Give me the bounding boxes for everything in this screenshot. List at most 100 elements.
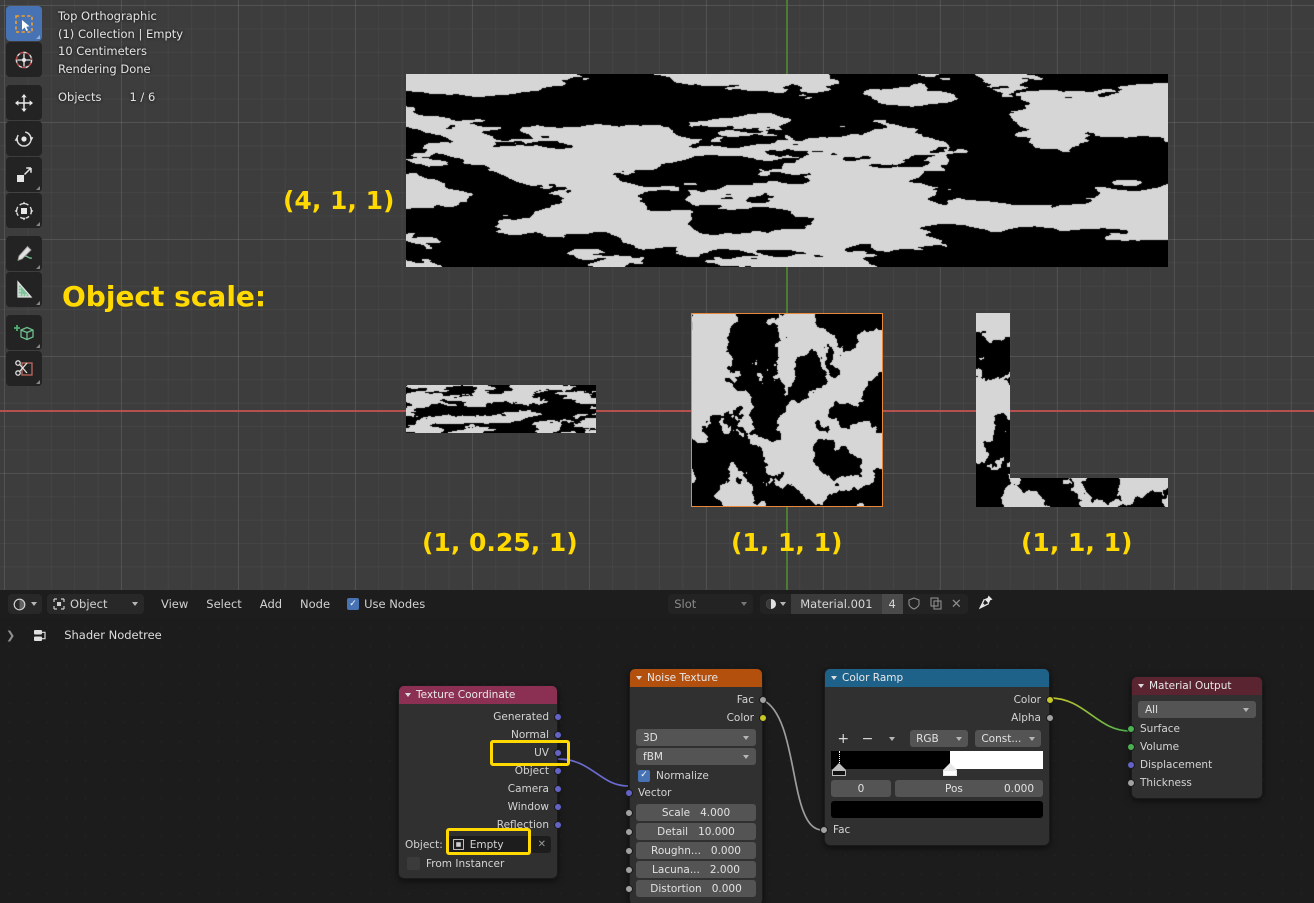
ramp-gradient[interactable] <box>831 751 1043 769</box>
plane-horz[interactable] <box>976 478 1168 507</box>
tool-measure[interactable] <box>6 272 42 307</box>
ramp-stop-0[interactable] <box>832 751 846 776</box>
shader-editor-header[interactable]: Object View Select Add Node ✓ Use Nodes Slo… <box>0 590 1314 618</box>
socket-color[interactable] <box>1046 696 1054 704</box>
color-ramp-strip[interactable] <box>831 751 1043 776</box>
output-row[interactable]: Reflection <box>399 816 562 834</box>
editor-type-button[interactable] <box>8 594 42 614</box>
socket-input[interactable] <box>625 828 633 836</box>
collapse-triangle-icon[interactable] <box>405 693 411 697</box>
socket-object[interactable] <box>554 767 562 775</box>
collapse-triangle-icon[interactable] <box>636 676 642 680</box>
node-noise-texture[interactable]: Noise Texture Fac Color 3D fBM ✓ Normali… <box>625 668 767 903</box>
socket-camera[interactable] <box>554 785 562 793</box>
output-row[interactable]: Color <box>630 709 767 727</box>
tool-shear[interactable] <box>6 351 42 386</box>
collapse-triangle-icon[interactable] <box>831 676 837 680</box>
vector-input-row[interactable]: Vector <box>625 784 762 802</box>
tool-transform[interactable] <box>6 193 42 228</box>
socket-fac[interactable] <box>820 826 828 834</box>
socket-normal[interactable] <box>554 731 562 739</box>
tool-expand-corner[interactable] <box>36 301 40 305</box>
input-row[interactable]: Thickness <box>1127 774 1262 792</box>
tool-move[interactable] <box>6 85 42 120</box>
socket-displacement[interactable] <box>1127 761 1135 769</box>
tool-expand-corner[interactable] <box>36 380 40 384</box>
node-header[interactable]: Texture Coordinate <box>399 686 557 704</box>
socket-volume[interactable] <box>1127 743 1135 751</box>
param-roughn-[interactable]: Roughn... 0.000 <box>625 842 756 859</box>
clear-object-icon[interactable]: ✕ <box>538 839 546 850</box>
from-instancer-checkbox[interactable] <box>407 857 420 870</box>
node-texture-coordinate[interactable]: Texture Coordinate Generated Normal UV O… <box>398 685 562 879</box>
node-color-ramp[interactable]: Color Ramp Color Alpha + − RGB Const... … <box>820 668 1054 846</box>
socket-vector[interactable] <box>625 789 633 797</box>
ramp-pos-field[interactable]: Pos 0.000 <box>895 780 1043 797</box>
3d-viewport[interactable]: (4, 1, 1) Object scale: (1, 0.25, 1) (1, 1,… <box>0 0 1314 590</box>
shader-type-dropdown[interactable]: Object <box>47 594 144 614</box>
tool-rotate[interactable] <box>6 121 42 156</box>
input-row[interactable]: Surface <box>1127 720 1262 738</box>
shader-editor[interactable]: Object View Select Add Node ✓ Use Nodes Slo… <box>0 590 1314 903</box>
node-header[interactable]: Color Ramp <box>825 669 1049 687</box>
param-detail[interactable]: Detail 10.000 <box>625 823 756 840</box>
tool-add-cube[interactable] <box>6 315 42 350</box>
tool-tweak-select-box[interactable] <box>6 6 42 41</box>
menu-node[interactable]: Node <box>291 594 339 614</box>
node-material-output[interactable]: Material Output All Surface Volume Displ… <box>1127 676 1263 799</box>
normalize-checkbox[interactable]: ✓ <box>638 769 650 782</box>
close-icon[interactable]: ✕ <box>947 597 968 612</box>
fac-input-row[interactable]: Fac <box>820 821 1049 839</box>
object-field-row[interactable]: Object: Empty ✕ <box>399 834 557 855</box>
from-instancer-row[interactable]: From Instancer <box>399 855 557 872</box>
object-field[interactable]: Empty ✕ <box>446 836 551 853</box>
collapse-triangle-icon[interactable] <box>1138 684 1144 688</box>
output-row[interactable]: Window <box>399 798 562 816</box>
socket-surface[interactable] <box>1127 725 1135 733</box>
node-header[interactable]: Material Output <box>1132 677 1262 695</box>
output-row[interactable]: Fac <box>630 691 767 709</box>
socket-reflection[interactable] <box>554 821 562 829</box>
menu-add[interactable]: Add <box>251 594 291 614</box>
node-header[interactable]: Noise Texture <box>630 669 762 687</box>
socket-color[interactable] <box>759 714 767 722</box>
output-row[interactable]: Object <box>399 762 562 780</box>
ramp-index-field[interactable]: 0 <box>831 780 891 797</box>
tool-scale[interactable] <box>6 157 42 192</box>
color-mode-dropdown[interactable]: RGB <box>910 730 969 747</box>
interpolation-dropdown[interactable]: Const... <box>975 730 1042 747</box>
socket-thickness[interactable] <box>1127 779 1135 787</box>
noise-type-dropdown[interactable]: fBM <box>636 748 756 765</box>
plane-wide[interactable] <box>406 74 1168 267</box>
tool-expand-corner[interactable] <box>36 222 40 226</box>
tool-expand-corner[interactable] <box>36 35 40 39</box>
dimension-dropdown[interactable]: 3D <box>636 729 756 746</box>
ramp-stop-color-swatch[interactable] <box>831 801 1043 818</box>
socket-input[interactable] <box>625 885 633 893</box>
tool-expand-corner[interactable] <box>36 265 40 269</box>
socket-input[interactable] <box>625 847 633 855</box>
output-row[interactable]: Generated <box>399 708 562 726</box>
param-lacuna-[interactable]: Lacuna... 2.000 <box>625 861 756 878</box>
menu-view[interactable]: View <box>152 594 197 614</box>
tool-cursor[interactable] <box>6 42 42 77</box>
output-row[interactable]: Color <box>825 691 1054 709</box>
output-row[interactable]: Normal <box>399 726 562 744</box>
shield-icon[interactable] <box>903 595 925 614</box>
add-stop-button[interactable]: + <box>833 731 853 747</box>
input-row[interactable]: Volume <box>1127 738 1262 756</box>
material-browse-button[interactable] <box>760 598 791 610</box>
tool-expand-corner[interactable] <box>36 344 40 348</box>
socket-uv[interactable] <box>554 749 562 757</box>
socket-input[interactable] <box>625 809 633 817</box>
socket-alpha[interactable] <box>1046 714 1054 722</box>
viewport-toolbar[interactable] <box>6 6 42 393</box>
pin-icon[interactable] <box>978 594 994 614</box>
material-users-count[interactable]: 4 <box>881 594 903 614</box>
use-nodes-checkbox[interactable]: ✓ <box>347 598 360 610</box>
ramp-index-row[interactable]: 0 Pos 0.000 <box>831 780 1043 797</box>
socket-fac[interactable] <box>759 696 767 704</box>
tool-expand-corner[interactable] <box>36 186 40 190</box>
param-scale[interactable]: Scale 4.000 <box>625 804 756 821</box>
output-row[interactable]: UV <box>399 744 562 762</box>
